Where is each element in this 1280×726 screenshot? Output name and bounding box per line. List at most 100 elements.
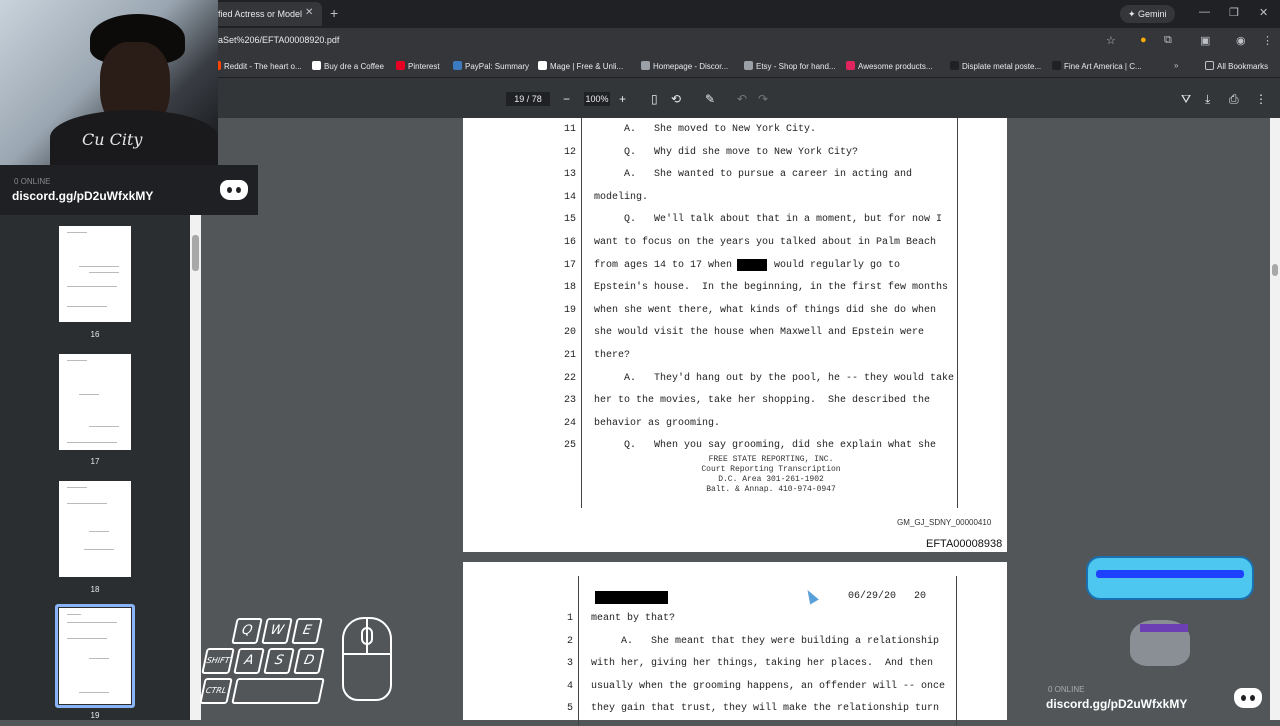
bookmark-item[interactable]: Pinterest [396,61,440,71]
redo-icon[interactable]: ↷ [758,92,768,106]
margin-line-right-2 [956,576,957,726]
key-s: S [263,648,295,674]
undo-icon[interactable]: ↶ [737,92,747,106]
footer-line: Court Reporting Transcription [701,465,841,474]
transcript-line: behavior as grooming. [594,417,721,429]
star-icon[interactable]: ☆ [1106,34,1116,47]
online-count: 0 ONLINE [14,177,51,186]
transcript-line: usually when the grooming happens, an of… [591,680,946,692]
line-number: 4 [566,680,573,692]
annotate-icon[interactable]: ✎ [705,92,715,106]
bookmark-label: Awesome products... [858,62,933,71]
transcript-line: she would visit the house when Maxwell a… [594,327,925,339]
main-scrollbar[interactable] [1270,118,1280,720]
bookmark-label: Fine Art America | C... [1064,62,1142,71]
all-bookmarks-label: All Bookmarks [1217,62,1269,71]
key-d: D [293,648,325,674]
extension-coin-icon[interactable]: ● [1140,34,1147,46]
zoom-in-icon[interactable]: + [619,92,626,106]
extensions-icon[interactable]: ⧉ [1164,34,1172,47]
raccoon-headband [1140,624,1188,632]
key-q: Q [231,618,263,644]
sidebar-scroll-thumb[interactable] [192,235,199,271]
thumbnail-label-19: 19 [90,711,100,720]
page-total: / 78 [526,94,542,104]
zoom-input[interactable]: 100% [584,92,610,106]
key-e: E [291,618,323,644]
bookmark-item[interactable]: Displate metal poste... [950,61,1041,71]
rotate-icon[interactable]: ⟲ [671,92,681,106]
profile-avatar[interactable]: ◉ [1236,34,1246,47]
bookmark-favicon-icon [846,61,855,70]
gemini-button[interactable]: ✦ Gemini [1120,5,1175,23]
transcript-line: A. She meant that they were building a r… [591,635,940,647]
bookmark-item[interactable]: Awesome products... [846,61,933,71]
line-number: 20 [563,327,576,339]
bookmark-item[interactable]: Mage | Free & Unli... [538,61,623,71]
alert-icicle-frame [1086,556,1254,600]
line-number: 21 [563,350,576,361]
line-number: 19 [563,304,576,316]
page-number-input[interactable]: 19 / 78 [506,92,550,106]
footer-line: D.C. Area 301-261-1902 [718,475,824,484]
online-count-2: 0 ONLINE [1048,685,1085,694]
webcam-overlay: Cu City [0,0,218,165]
transcript-line: her to the movies, take her shopping. Sh… [594,395,931,407]
discord-icon-2 [1234,688,1262,708]
line-number: 24 [563,417,576,429]
footer-line: Balt. & Annap. 410-974-0947 [706,485,836,494]
reporter-footer: FREE STATE REPORTING, INC. Court Reportin… [651,455,891,495]
thumbnail-page-16[interactable] [59,226,131,322]
bookmark-item[interactable]: Fine Art America | C... [1052,61,1142,71]
new-tab-button[interactable]: + [330,5,338,21]
more-icon[interactable]: ⋮ [1255,92,1267,106]
discord-link-2: discord.gg/pD2uWfxkMY [1046,697,1188,711]
chevron-right-icon[interactable]: » [1174,61,1178,70]
thumbnail-page-18[interactable] [59,481,131,577]
sidebar-scrollbar[interactable] [190,215,201,720]
margin-line-left-2 [578,576,579,726]
thumbnail-label-17: 17 [90,457,100,466]
restore-icon[interactable]: ❐ [1229,6,1239,19]
menu-icon[interactable]: ⋮ [1262,34,1273,47]
bookmark-label: PayPal: Summary [465,62,530,71]
bookmark-item[interactable]: Buy dre a Coffee [312,61,384,71]
sidepanel-icon[interactable]: ▣ [1200,34,1210,47]
bookmark-item[interactable]: Homepage - Discor... [641,61,728,71]
bookmark-item[interactable]: PayPal: Summary [453,61,529,71]
transcript-line: A. She moved to New York City. [594,124,817,135]
save-drive-icon[interactable]: ⛛ [1181,92,1191,106]
bates-number: GM_GJ_SDNY_00000410 [897,518,992,527]
url-input[interactable]: aSet%206/EFTA00008920.pdf [218,35,339,45]
line-number: 14 [563,191,576,203]
line-number: 22 [563,372,576,384]
bookmark-item[interactable]: Etsy - Shop for hand... [744,61,836,71]
pdf-page-19: 11 A. She moved to New York City. 12 Q. W… [463,118,1007,552]
bookmark-item[interactable]: Reddit - The heart o... [212,61,302,71]
line-number: 15 [563,214,576,226]
line-number: 18 [563,282,576,294]
bookmark-label: Etsy - Shop for hand... [756,62,836,71]
key-shift: SHIFT [201,648,235,674]
all-bookmarks-button[interactable]: All Bookmarks [1205,61,1268,71]
transcript-line: they gain that trust, they will make the… [591,703,940,715]
main-scroll-thumb[interactable] [1272,264,1278,276]
bookmark-favicon-icon [396,61,405,70]
bookmark-label: Mage | Free & Unli... [550,62,624,71]
minimize-icon[interactable]: — [1199,6,1210,18]
margin-line-right [957,118,958,508]
print-icon[interactable]: ⎙ [1229,92,1239,106]
zoom-out-icon[interactable]: − [563,92,570,106]
transcript-line: there? [594,350,631,361]
line-number: 17 [563,259,576,271]
thumbnail-page-19-selected[interactable] [55,604,135,708]
download-icon[interactable]: ⤓ [1205,92,1210,106]
window-close-icon[interactable]: ✕ [1259,6,1268,19]
gemini-label: Gemini [1138,9,1167,19]
thumbnail-page-17[interactable] [59,354,131,450]
bookmark-label: Reddit - The heart o... [224,62,302,71]
fit-page-icon[interactable]: ▯ [651,92,658,106]
transcript-line: Q. Why did she move to New York City? [594,146,859,158]
line-number: 1 [566,613,573,624]
close-tab-icon[interactable]: ✕ [305,7,313,18]
